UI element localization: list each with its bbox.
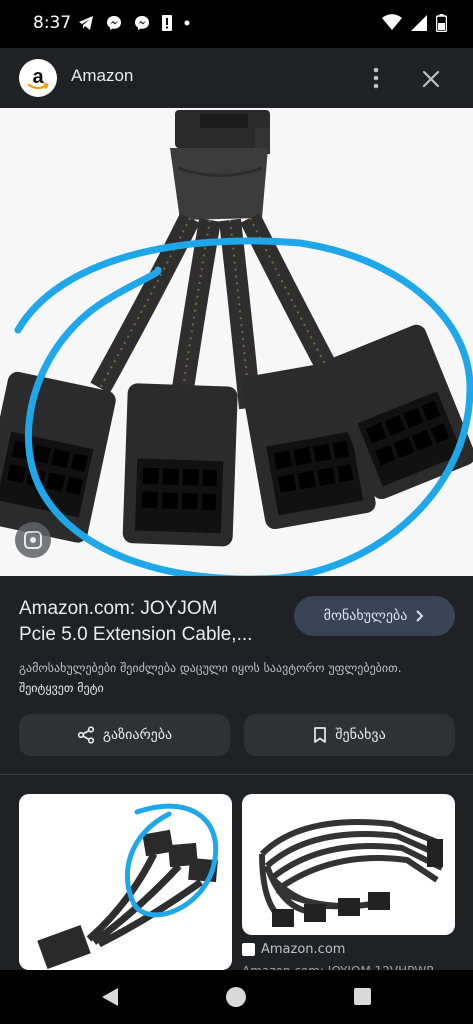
- bookmark-icon: [314, 727, 327, 743]
- messenger-icon: [135, 16, 149, 30]
- close-icon: [422, 70, 440, 88]
- wifi-icon: [382, 14, 402, 30]
- recents-icon[interactable]: [354, 988, 371, 1005]
- product-image[interactable]: [0, 108, 473, 576]
- more-options-button[interactable]: [362, 62, 390, 94]
- lens-button[interactable]: [15, 522, 51, 558]
- app-title: Amazon: [71, 66, 134, 85]
- visit-label: მონახულება: [323, 608, 408, 624]
- lens-icon: [24, 531, 42, 549]
- dot-icon: [184, 20, 190, 26]
- learn-more-link[interactable]: შეიტყვეთ მეტი: [19, 681, 104, 695]
- share-icon: [77, 726, 94, 744]
- related-source: Amazon.com: [242, 942, 345, 957]
- related-image-2[interactable]: [242, 794, 455, 935]
- system-nav-bar: [0, 970, 473, 1024]
- messenger-icon: [107, 16, 121, 30]
- more-vert-icon: [373, 67, 379, 89]
- amazon-logo: a: [19, 59, 57, 97]
- svg-text:a: a: [32, 66, 44, 88]
- share-label: გაზიარება: [102, 727, 173, 743]
- chevron-right-icon: [416, 610, 424, 622]
- back-icon[interactable]: [100, 986, 120, 1008]
- share-button[interactable]: გაზიარება: [19, 714, 230, 756]
- visit-button[interactable]: მონახულება: [294, 596, 455, 636]
- status-bar: 8:37: [0, 0, 473, 48]
- telegram-icon: [79, 16, 93, 30]
- battery-icon: [436, 14, 447, 32]
- related-source-label: Amazon.com: [261, 942, 346, 957]
- save-button[interactable]: შენახვა: [244, 714, 455, 756]
- home-icon[interactable]: [226, 987, 246, 1007]
- related-image-1[interactable]: [19, 794, 232, 970]
- product-title[interactable]: Amazon.com: JOYJOM Pcie 5.0 Extension Ca…: [19, 596, 284, 648]
- status-time: 8:37: [33, 13, 72, 33]
- divider: [0, 774, 473, 775]
- save-label: შენახვა: [335, 727, 386, 743]
- copyright-notice: გამოსახულებები შეიძლება დაცული იყოს საავ…: [19, 661, 402, 695]
- alert-icon: [162, 15, 172, 31]
- app-header: a Amazon: [0, 48, 473, 108]
- amazon-favicon-icon: [242, 943, 255, 956]
- close-button[interactable]: [416, 64, 446, 94]
- signal-icon: [411, 15, 427, 31]
- product-info: Amazon.com: JOYJOM Pcie 5.0 Extension Ca…: [0, 576, 473, 772]
